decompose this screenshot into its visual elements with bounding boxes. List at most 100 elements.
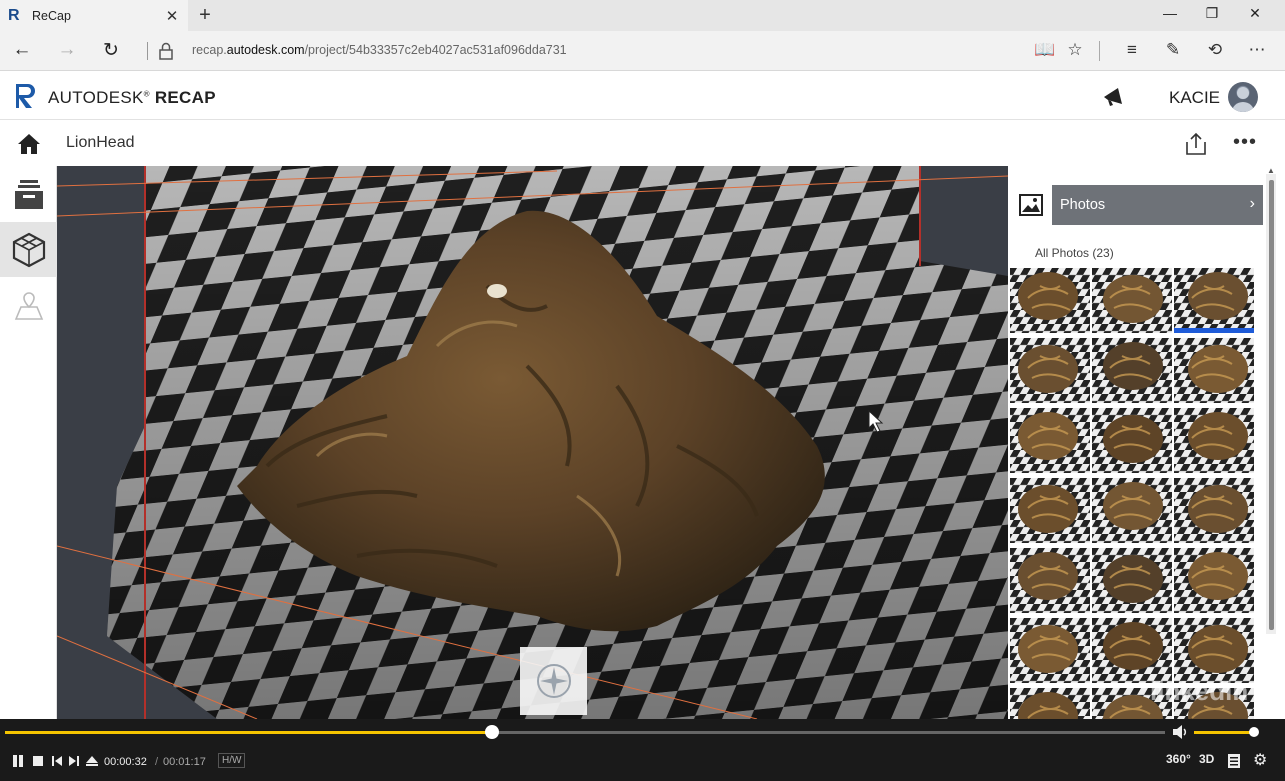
hardware-accel-badge[interactable]: H/W bbox=[218, 753, 246, 768]
photo-thumbnail-image bbox=[1174, 478, 1254, 543]
photo-thumbnail[interactable] bbox=[1092, 618, 1172, 683]
recap-favicon-icon: R bbox=[8, 6, 20, 24]
photo-thumbnail-image bbox=[1174, 268, 1254, 333]
photo-thumbnail[interactable] bbox=[1174, 268, 1254, 333]
photo-thumbnail[interactable] bbox=[1174, 338, 1254, 403]
rail-item-3d-model[interactable] bbox=[0, 222, 57, 277]
photo-thumbnail-image bbox=[1174, 618, 1254, 683]
url-path: /project/54b33357c2eb4027ac531af096dda73… bbox=[304, 43, 567, 57]
photo-thumbnail[interactable] bbox=[1010, 408, 1090, 473]
3d-mode-button[interactable]: 3D bbox=[1199, 752, 1214, 766]
eject-icon[interactable] bbox=[85, 754, 99, 768]
360-view-button[interactable]: 360° bbox=[1166, 752, 1191, 766]
new-tab-button[interactable]: + bbox=[195, 4, 215, 27]
photo-thumbnail-image bbox=[1174, 408, 1254, 473]
map-pin-icon bbox=[14, 291, 43, 320]
photo-thumbnail-image bbox=[1010, 688, 1090, 719]
current-time: 00:00:32 bbox=[104, 756, 147, 768]
photo-thumbnail[interactable] bbox=[1010, 268, 1090, 333]
volume-handle[interactable] bbox=[1249, 727, 1259, 737]
export-share-icon[interactable] bbox=[1184, 132, 1208, 156]
minimize-window-button[interactable]: — bbox=[1155, 5, 1185, 21]
photos-scroll-thumb[interactable] bbox=[1269, 180, 1274, 630]
compass-icon bbox=[536, 664, 571, 698]
url-field[interactable]: recap.autodesk.com/project/54b33357c2eb4… bbox=[192, 43, 567, 57]
photo-thumbnail[interactable] bbox=[1092, 408, 1172, 473]
photo-thumbnail-image bbox=[1174, 548, 1254, 613]
photo-thumbnail[interactable] bbox=[1174, 618, 1254, 683]
toolbar-separator bbox=[1099, 41, 1100, 61]
navigation-compass-button[interactable] bbox=[520, 647, 587, 715]
3d-viewport[interactable] bbox=[57, 166, 1008, 719]
restore-window-button[interactable]: ❐ bbox=[1197, 5, 1227, 22]
video-player-controls: 00:00:32 / 00:01:17 H/W 360° 3D ⚙ bbox=[0, 719, 1285, 781]
refresh-button[interactable]: ↻ bbox=[98, 39, 124, 62]
photo-thumbnail[interactable] bbox=[1092, 478, 1172, 543]
browser-tab[interactable]: R ReCap ✕ bbox=[0, 0, 188, 31]
address-separator bbox=[147, 42, 148, 60]
playlist-icon[interactable] bbox=[1227, 753, 1241, 769]
url-host: autodesk.com bbox=[226, 43, 305, 57]
previous-icon[interactable] bbox=[50, 754, 64, 768]
home-icon[interactable] bbox=[17, 133, 41, 155]
hub-icon[interactable]: ≡ bbox=[1120, 40, 1144, 60]
volume-icon[interactable] bbox=[1171, 723, 1189, 741]
photo-thumbnail[interactable] bbox=[1010, 688, 1090, 719]
favorite-star-icon[interactable]: ☆ bbox=[1063, 40, 1087, 60]
photo-thumbnail[interactable] bbox=[1174, 408, 1254, 473]
photo-thumbnail-image bbox=[1010, 548, 1090, 613]
photo-image-icon[interactable] bbox=[1019, 194, 1043, 216]
user-name[interactable]: KACIE bbox=[1169, 88, 1220, 108]
app-header: AUTODESK® RECAP KACIE bbox=[0, 72, 1285, 120]
share-browser-icon[interactable]: ⟲ bbox=[1203, 40, 1227, 60]
photo-thumbnail[interactable] bbox=[1092, 268, 1172, 333]
photo-thumbnail[interactable] bbox=[1010, 338, 1090, 403]
stop-icon[interactable] bbox=[31, 754, 45, 768]
project-breadcrumb-bar: LionHead ••• bbox=[0, 121, 1285, 166]
time-separator: / bbox=[155, 756, 159, 768]
photo-thumbnail[interactable] bbox=[1010, 548, 1090, 613]
brand-title: AUTODESK® RECAP bbox=[48, 88, 216, 108]
photo-thumbnail-image bbox=[1010, 408, 1090, 473]
web-note-icon[interactable]: ✎ bbox=[1161, 40, 1185, 60]
avatar[interactable] bbox=[1228, 82, 1258, 112]
photo-thumbnail[interactable] bbox=[1174, 478, 1254, 543]
browser-more-icon[interactable]: ⋯ bbox=[1245, 40, 1269, 60]
recap-logo-icon bbox=[16, 84, 35, 108]
megaphone-icon[interactable] bbox=[1100, 84, 1128, 108]
volume-fill bbox=[1194, 731, 1254, 734]
photo-thumbnail-image bbox=[1010, 618, 1090, 683]
rail-item-inbox[interactable] bbox=[0, 167, 57, 222]
forward-button[interactable]: → bbox=[54, 39, 80, 61]
photos-tab[interactable]: Photos › bbox=[1052, 185, 1263, 225]
photo-thumbnail[interactable] bbox=[1092, 338, 1172, 403]
close-window-button[interactable]: ✕ bbox=[1240, 5, 1270, 22]
scroll-up-arrow-icon[interactable]: ▲ bbox=[1266, 166, 1276, 176]
photo-thumbnail-image bbox=[1092, 268, 1172, 333]
project-title: LionHead bbox=[66, 134, 135, 151]
close-tab-icon[interactable]: ✕ bbox=[164, 7, 180, 25]
photo-thumbnail[interactable] bbox=[1092, 548, 1172, 613]
back-button[interactable]: ← bbox=[9, 39, 35, 61]
photo-thumbnail-image bbox=[1092, 338, 1172, 403]
photo-thumbnail[interactable] bbox=[1174, 548, 1254, 613]
photo-thumbnail[interactable] bbox=[1010, 618, 1090, 683]
video-progress-fill bbox=[5, 731, 493, 734]
video-watermark: linkedin bbox=[1150, 676, 1249, 706]
lock-icon bbox=[159, 42, 173, 60]
settings-gear-icon[interactable]: ⚙ bbox=[1253, 750, 1267, 770]
reading-view-icon[interactable]: 📖 bbox=[1033, 40, 1057, 60]
pause-icon[interactable] bbox=[11, 754, 25, 768]
project-more-icon[interactable]: ••• bbox=[1233, 131, 1257, 154]
brand-mark: ® bbox=[143, 89, 150, 99]
next-icon[interactable] bbox=[67, 754, 81, 768]
brand-prefix: AUTODESK bbox=[48, 88, 144, 107]
chevron-right-icon: › bbox=[1249, 195, 1255, 212]
video-progress-handle[interactable] bbox=[485, 725, 500, 739]
rail-item-location[interactable] bbox=[0, 277, 57, 332]
selected-photo-indicator bbox=[1174, 328, 1254, 333]
photo-thumbnail[interactable] bbox=[1010, 478, 1090, 543]
lion-head-model-render bbox=[57, 166, 1008, 719]
browser-tab-title: ReCap bbox=[32, 8, 71, 23]
all-photos-heading: All Photos (23) bbox=[1035, 246, 1114, 260]
